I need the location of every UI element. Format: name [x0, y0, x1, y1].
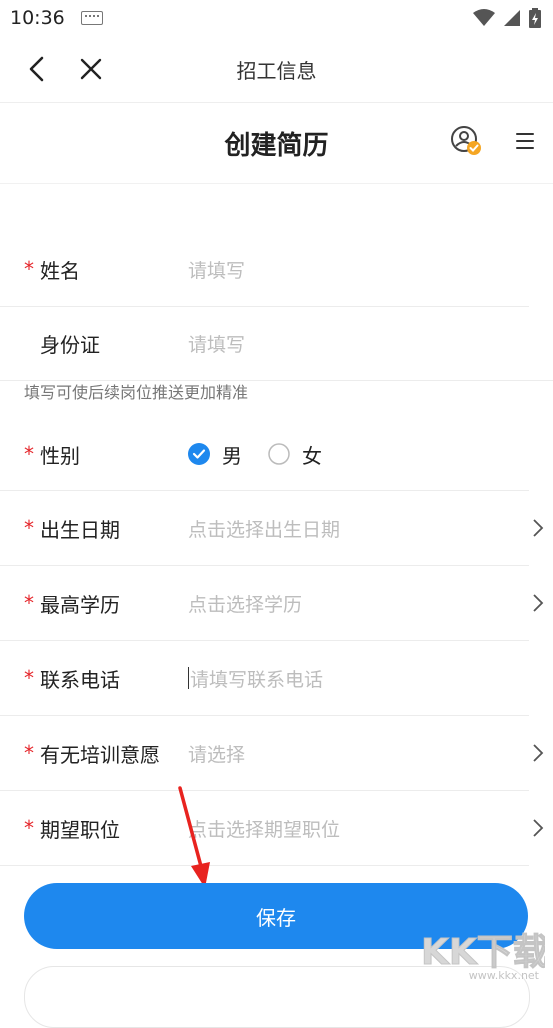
id-card-label: 身份证 [40, 333, 100, 357]
required-mark: * [24, 591, 34, 615]
nav-bar: 招工信息 [0, 36, 553, 103]
form-row-training[interactable]: * 有无培训意愿 请选择 [0, 716, 544, 791]
form-row-id-card[interactable]: 身份证 请填写 [0, 307, 529, 380]
required-mark: * [24, 442, 34, 466]
gender-male-label: 男 [222, 443, 242, 468]
battery-icon [529, 8, 541, 28]
radio-checked-icon [188, 443, 210, 465]
svg-text:KK下载: KK下载 [421, 932, 545, 973]
signal-icon [504, 10, 520, 26]
chevron-right-icon [533, 819, 544, 837]
menu-button[interactable] [513, 131, 535, 155]
gender-male-radio[interactable]: 男 [188, 440, 242, 469]
name-input[interactable]: 请填写 [188, 256, 245, 283]
form-row-phone[interactable]: * 联系电话 请填写联系电话 [0, 641, 529, 716]
training-picker[interactable]: 请选择 [188, 740, 245, 767]
user-check-icon [451, 126, 481, 155]
form-row-gender: * 性别 男 女 [0, 418, 529, 491]
annotation-arrow-icon [178, 786, 210, 888]
gender-label: 性别 [40, 443, 80, 468]
phone-input[interactable]: 请填写联系电话 [190, 665, 323, 692]
required-mark: * [24, 816, 34, 840]
keyboard-icon [80, 11, 103, 25]
status-time: 10:36 [10, 7, 65, 29]
gender-female-radio[interactable]: 女 [268, 440, 322, 469]
id-card-input[interactable]: 请填写 [188, 330, 245, 357]
chevron-right-icon [533, 744, 544, 762]
education-picker[interactable]: 点击选择学历 [188, 590, 302, 617]
chevron-right-icon [533, 594, 544, 612]
name-label: 姓名 [40, 258, 80, 283]
required-mark: * [24, 516, 34, 540]
form-row-education[interactable]: * 最高学历 点击选择学历 [0, 566, 544, 641]
birthday-picker[interactable]: 点击选择出生日期 [188, 515, 340, 542]
back-arrow-icon [29, 56, 44, 82]
required-mark: * [24, 741, 34, 765]
position-label: 期望职位 [40, 817, 120, 842]
wifi-icon [473, 9, 495, 26]
phone-label: 联系电话 [40, 667, 120, 692]
menu-icon [516, 133, 534, 149]
close-button[interactable] [76, 54, 106, 84]
id-card-hint: 填写可使后续岗位推送更加精准 [24, 383, 249, 402]
radio-unchecked-icon [268, 443, 290, 465]
resume-form: * 姓名 请填写 身份证 请填写 填写可使后续岗位推送更加精准 * 性别 男 女… [0, 232, 553, 866]
form-row-name[interactable]: * 姓名 请填写 [0, 232, 529, 307]
text-cursor [188, 667, 189, 689]
watermark-url: www.kkx.net [468, 969, 539, 982]
form-row-position[interactable]: * 期望职位 点击选择期望职位 [0, 791, 544, 866]
birthday-label: 出生日期 [40, 517, 120, 542]
chevron-right-icon [533, 519, 544, 537]
back-button[interactable] [22, 54, 52, 84]
required-mark: * [24, 666, 34, 690]
education-label: 最高学历 [40, 592, 120, 617]
close-icon [80, 58, 102, 80]
training-label: 有无培训意愿 [40, 742, 160, 767]
page-header: 创建简历 [0, 103, 553, 184]
form-row-birthday[interactable]: * 出生日期 点击选择出生日期 [0, 491, 544, 566]
required-mark: * [24, 257, 34, 281]
page-title: 创建简历 [224, 130, 329, 161]
profile-button[interactable] [449, 124, 483, 162]
gender-female-label: 女 [302, 443, 322, 468]
watermark-logo: KK下载 www.kkx.net [415, 918, 550, 984]
status-bar: 10:36 [0, 0, 553, 36]
